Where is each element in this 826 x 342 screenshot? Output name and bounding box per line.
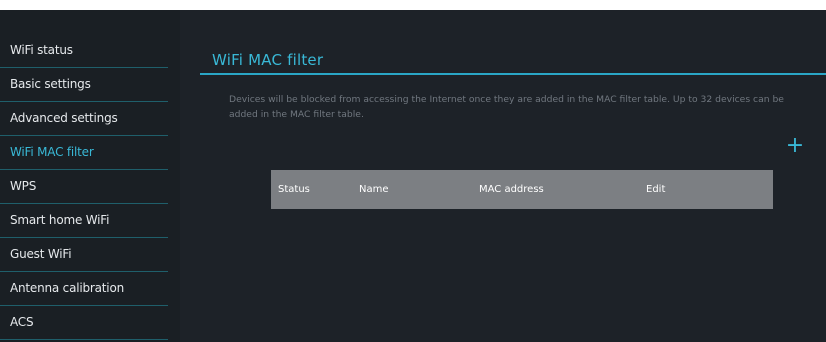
column-header-status: Status [278,184,310,195]
sidebar: WiFi status Basic settings Advanced sett… [0,34,168,340]
sidebar-item-guest-wifi[interactable]: Guest WiFi [0,238,168,272]
title-divider [200,73,826,75]
plus-icon: + [785,133,805,158]
page-title: WiFi MAC filter [212,51,324,69]
sidebar-item-wps[interactable]: WPS [0,170,168,204]
page-description: Devices will be blocked from accessing t… [229,94,784,120]
column-header-name: Name [359,184,389,195]
sidebar-item-advanced-settings[interactable]: Advanced settings [0,102,168,136]
sidebar-item-antenna-calibration[interactable]: Antenna calibration [0,272,168,306]
column-header-edit: Edit [646,184,666,195]
column-header-mac-address: MAC address [479,184,544,195]
app-window: WiFi status Basic settings Advanced sett… [0,10,826,342]
add-device-button[interactable]: + [785,133,805,158]
sidebar-item-acs[interactable]: ACS [0,306,168,340]
main-content: WiFi MAC filter Devices will be blocked … [180,10,826,342]
mac-filter-table-header: Status Name MAC address Edit [271,170,773,209]
sidebar-item-wifi-mac-filter[interactable]: WiFi MAC filter [0,136,168,170]
sidebar-item-smart-home-wifi[interactable]: Smart home WiFi [0,204,168,238]
sidebar-item-wifi-status[interactable]: WiFi status [0,34,168,68]
sidebar-item-basic-settings[interactable]: Basic settings [0,68,168,102]
